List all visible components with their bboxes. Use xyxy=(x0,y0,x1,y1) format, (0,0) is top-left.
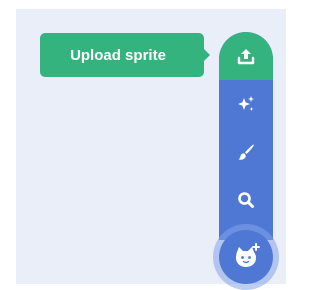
upload-icon xyxy=(237,49,255,65)
tooltip-arrow xyxy=(202,47,210,63)
sparkle-icon xyxy=(238,96,254,111)
paint-button[interactable] xyxy=(219,128,273,176)
paintbrush-icon xyxy=(238,144,254,160)
choose-sprite-button[interactable] xyxy=(219,176,273,224)
tooltip-label: Upload sprite xyxy=(70,46,166,64)
cat-plus-icon xyxy=(236,243,260,267)
choose-a-sprite-button[interactable] xyxy=(219,230,273,284)
surprise-button[interactable] xyxy=(219,80,273,128)
upload-sprite-button[interactable] xyxy=(219,32,273,80)
search-icon xyxy=(238,192,254,208)
upload-sprite-tooltip: Upload sprite xyxy=(40,33,204,77)
sprite-menu xyxy=(219,32,273,240)
